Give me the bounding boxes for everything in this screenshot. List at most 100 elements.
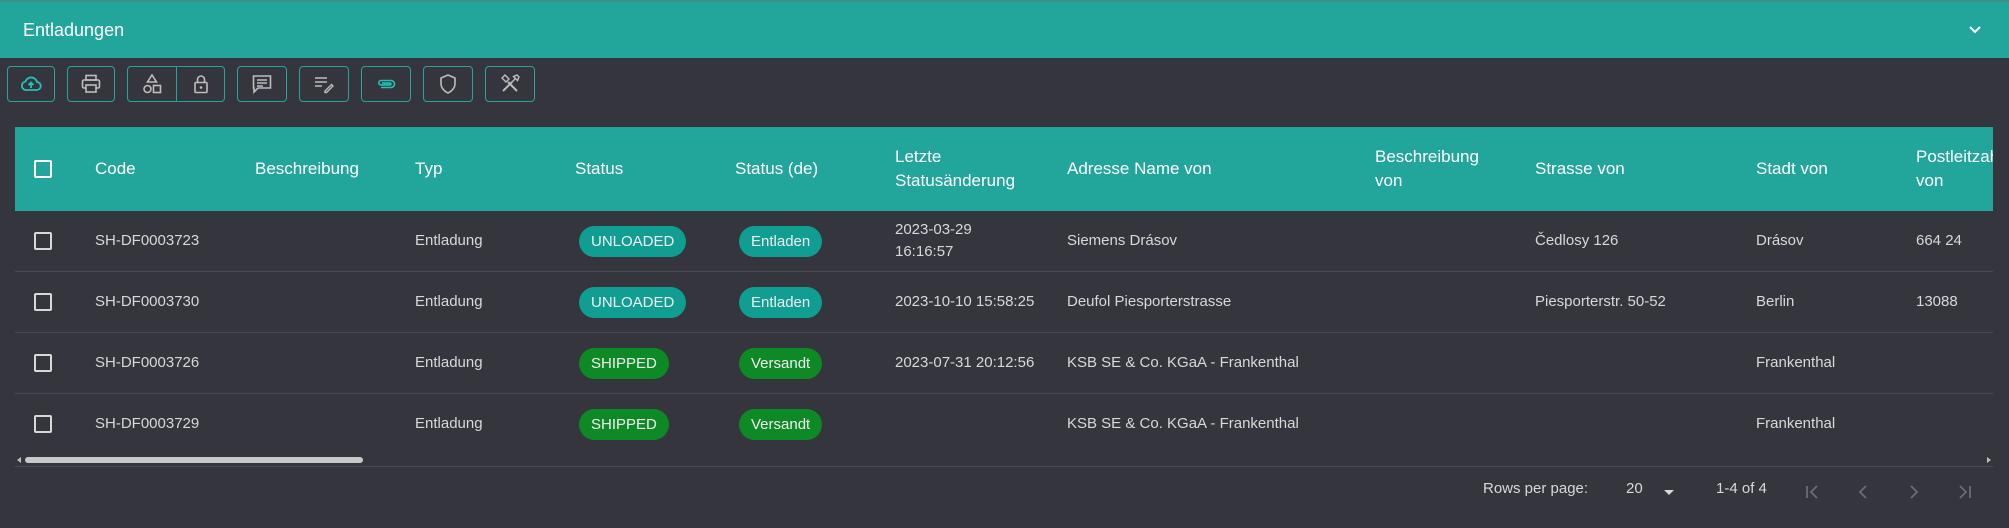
upload-button[interactable] [7, 66, 55, 102]
cell-strasse: Piesporterstr. 50-52 [1535, 293, 1666, 310]
caret-down-icon[interactable] [1664, 490, 1674, 495]
table-row[interactable]: SH-DF0003730 Entladung UNLOADED Entladen… [15, 272, 1993, 333]
previous-page-icon[interactable] [1852, 481, 1874, 503]
printer-icon [81, 74, 101, 93]
tools-icon [501, 74, 520, 92]
comment-icon [252, 75, 272, 94]
panel-title: Entladungen [23, 19, 125, 40]
cell-code: SH-DF0003730 [95, 293, 200, 310]
cell-postleitzahl: 13088 [1916, 293, 1958, 310]
cell-code: SH-DF0003723 [95, 232, 200, 249]
column-header-beschreibung-von[interactable]: Beschreibung von [1375, 127, 1479, 211]
row-select-cell [34, 333, 52, 393]
shield-icon [440, 74, 456, 94]
first-page-icon[interactable] [1801, 481, 1823, 503]
cell-status: UNLOADED [579, 272, 687, 332]
cell-typ: Entladung [415, 415, 483, 432]
row-checkbox[interactable] [34, 293, 52, 311]
status-badge: SHIPPED [579, 408, 669, 440]
table-row[interactable]: SH-DF0003729 Entladung SHIPPED Versandt … [15, 394, 1993, 455]
column-header-code[interactable]: Code [95, 127, 136, 211]
cell-stadt: Berlin [1756, 293, 1795, 310]
column-header-typ[interactable]: Typ [415, 127, 442, 211]
cell-typ: Entladung [415, 232, 483, 249]
cell-letzte-statusaenderung: 2023-10-10 15:58:25 [895, 293, 1035, 310]
comment-button[interactable] [237, 66, 287, 102]
last-page-icon[interactable] [1954, 481, 1976, 503]
row-select-cell [34, 272, 52, 332]
rows-per-page-select[interactable]: 20 [1626, 480, 1643, 504]
status-badge: UNLOADED [579, 225, 687, 257]
shield-button[interactable] [423, 66, 473, 102]
scroll-right-icon[interactable] [1987, 457, 1991, 463]
paperclip-icon [378, 79, 396, 89]
row-checkbox[interactable] [34, 232, 52, 250]
column-header-strasse-von[interactable]: Strasse von [1535, 127, 1625, 211]
edit-list-button[interactable] [299, 66, 349, 102]
column-header-adresse-name-von[interactable]: Adresse Name von [1067, 127, 1212, 211]
row-select-cell [34, 211, 52, 271]
status-badge: SHIPPED [579, 347, 669, 379]
table-row[interactable]: SH-DF0003726 Entladung SHIPPED Versandt … [15, 333, 1993, 394]
cell-status: SHIPPED [579, 394, 669, 454]
column-header-status-de[interactable]: Status (de) [735, 127, 818, 211]
column-header-letzte-statusaenderung[interactable]: Letzte Statusänderung [895, 127, 1015, 211]
scrollbar-thumb[interactable] [25, 457, 363, 463]
column-header-postleitzahl-von[interactable]: Postleitzahlvon [1916, 127, 1993, 211]
cell-code: SH-DF0003726 [95, 354, 200, 371]
cell-typ: Entladung [415, 293, 483, 310]
cell-stadt: Frankenthal [1756, 354, 1836, 371]
cell-status-de: Entladen [739, 211, 823, 271]
column-header-beschreibung[interactable]: Beschreibung [255, 127, 359, 211]
toolbar [7, 66, 547, 102]
attachment-button[interactable] [361, 66, 411, 102]
tools-button[interactable] [485, 66, 535, 102]
cell-status: SHIPPED [579, 333, 669, 393]
column-header-stadt-von[interactable]: Stadt von [1756, 127, 1828, 211]
shapes-lock-group [127, 66, 225, 102]
cell-adresse: Deufol Piesporterstrasse [1067, 293, 1232, 310]
cell-adresse: KSB SE & Co. KGaA - Frankenthal [1067, 415, 1299, 432]
cell-status: UNLOADED [579, 211, 687, 271]
lock-icon [193, 75, 208, 94]
cloud-upload-icon [20, 76, 42, 91]
panel-header[interactable]: Entladungen [0, 0, 2009, 58]
chevron-down-icon[interactable] [1967, 22, 1983, 38]
status-de-badge: Versandt [739, 408, 823, 440]
cell-stadt: Drásov [1756, 232, 1804, 249]
status-de-badge: Entladen [739, 225, 823, 257]
cell-letzte-statusaenderung: 2023-03-29 16:16:57 [895, 221, 972, 260]
row-select-cell [34, 394, 52, 454]
lock-button[interactable] [176, 67, 224, 101]
cell-typ: Entladung [415, 354, 483, 371]
cell-status-de: Versandt [739, 394, 823, 454]
divider [15, 466, 1993, 467]
edit-list-icon [315, 77, 334, 94]
shapes-button[interactable] [128, 67, 176, 101]
status-de-badge: Versandt [739, 347, 823, 379]
cell-strasse: Čedlosy 126 [1535, 232, 1619, 249]
cell-stadt: Frankenthal [1756, 415, 1836, 432]
cell-letzte-statusaenderung: 2023-07-31 20:12:56 [895, 354, 1035, 371]
horizontal-scrollbar[interactable] [15, 455, 1993, 465]
next-page-icon[interactable] [1903, 481, 1925, 503]
page-range: 1-4 of 4 [1716, 480, 1767, 497]
column-header-status[interactable]: Status [575, 127, 623, 211]
data-table: Code Beschreibung Typ Status Status (de)… [15, 127, 1993, 467]
table-header: Code Beschreibung Typ Status Status (de)… [15, 127, 1993, 211]
row-checkbox[interactable] [34, 415, 52, 433]
scroll-left-icon[interactable] [17, 457, 21, 463]
shapes-icon [143, 73, 162, 94]
cell-adresse: KSB SE & Co. KGaA - Frankenthal [1067, 354, 1299, 371]
rows-per-page-label: Rows per page: [1483, 480, 1589, 497]
cell-status-de: Versandt [739, 333, 823, 393]
row-checkbox[interactable] [34, 354, 52, 372]
table-row[interactable]: SH-DF0003723 Entladung UNLOADED Entladen… [15, 211, 1993, 272]
select-all-cell [34, 127, 52, 211]
select-all-checkbox[interactable] [34, 160, 52, 178]
cell-postleitzahl: 664 24 [1916, 232, 1962, 249]
cell-adresse: Siemens Drásov [1067, 232, 1178, 249]
print-button[interactable] [67, 66, 115, 102]
cell-code: SH-DF0003729 [95, 415, 200, 432]
status-badge: UNLOADED [579, 286, 687, 318]
